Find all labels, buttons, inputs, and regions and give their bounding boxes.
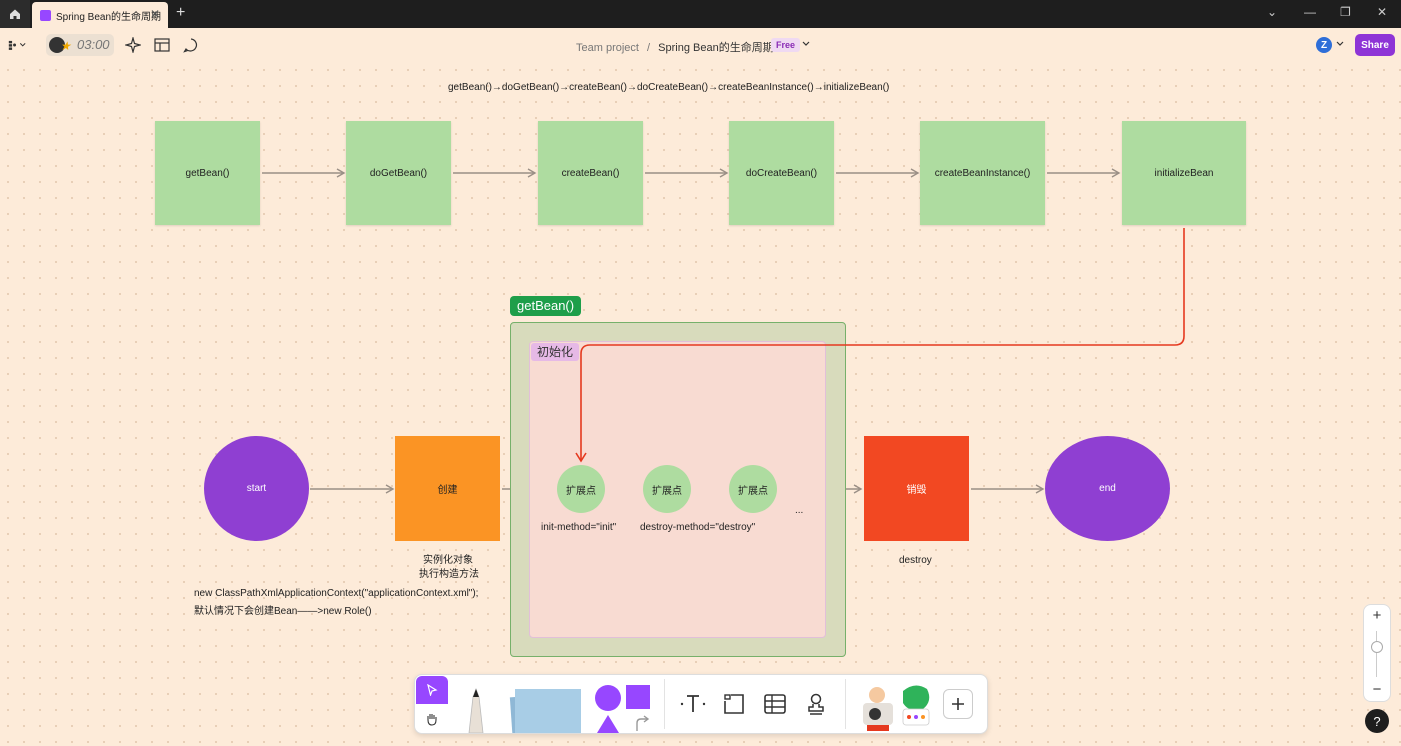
- creation-toolbar: [414, 674, 988, 734]
- start-node[interactable]: start: [204, 436, 309, 541]
- context-note-line1[interactable]: new ClassPathXmlApplicationContext("appl…: [194, 588, 478, 599]
- help-button[interactable]: ?: [1365, 709, 1389, 733]
- cursor-icon: [427, 684, 438, 696]
- hand-icon: [427, 713, 437, 726]
- toolbar-divider: [664, 679, 665, 729]
- init-method-text[interactable]: init-method="init": [541, 522, 616, 533]
- toolbar-divider: [845, 679, 846, 729]
- destroy-note[interactable]: destroy: [899, 555, 932, 566]
- destroy-node[interactable]: 销毁: [864, 436, 969, 541]
- create-note-line2[interactable]: 执行构造方法: [419, 565, 479, 580]
- zoom-control: + −: [1363, 604, 1391, 702]
- table-tool[interactable]: [760, 689, 790, 719]
- hand-tool[interactable]: [416, 705, 448, 732]
- init-connector-arrow[interactable]: [575, 228, 1185, 463]
- table-icon: [764, 694, 786, 714]
- zoom-out-button[interactable]: −: [1364, 681, 1390, 699]
- select-tool[interactable]: [416, 676, 448, 704]
- destroy-method-text[interactable]: destroy-method="destroy": [640, 522, 755, 533]
- context-note-line2[interactable]: 默认情况下会创建Bean——>new Role(): [194, 602, 372, 617]
- zoom-slider-track[interactable]: [1376, 631, 1377, 677]
- init-connector-layer: [575, 228, 1185, 463]
- section-tool[interactable]: [719, 689, 749, 719]
- create-node[interactable]: 创建: [395, 436, 500, 541]
- extension-point-3[interactable]: 扩展点: [729, 465, 777, 513]
- extension-point-1[interactable]: 扩展点: [557, 465, 605, 513]
- more-tools-button[interactable]: [943, 689, 973, 719]
- zoom-in-button[interactable]: +: [1364, 607, 1390, 625]
- more-ellipsis[interactable]: ...: [795, 505, 803, 516]
- plus-icon: [952, 698, 964, 710]
- text-tool[interactable]: [678, 689, 708, 719]
- stamp-icon: [808, 693, 824, 715]
- shape-tool[interactable]: [593, 683, 653, 733]
- section-icon: [724, 694, 744, 714]
- zoom-slider-handle[interactable]: [1371, 641, 1383, 653]
- marker-tool[interactable]: [459, 683, 493, 733]
- end-node[interactable]: end: [1045, 436, 1170, 541]
- stamp-tool[interactable]: [801, 689, 831, 719]
- sticky-note-tool[interactable]: [505, 683, 585, 733]
- stickers-tool[interactable]: [857, 681, 939, 733]
- text-icon: [680, 695, 706, 712]
- extension-point-2[interactable]: 扩展点: [643, 465, 691, 513]
- create-note-line1[interactable]: 实例化对象: [423, 551, 473, 566]
